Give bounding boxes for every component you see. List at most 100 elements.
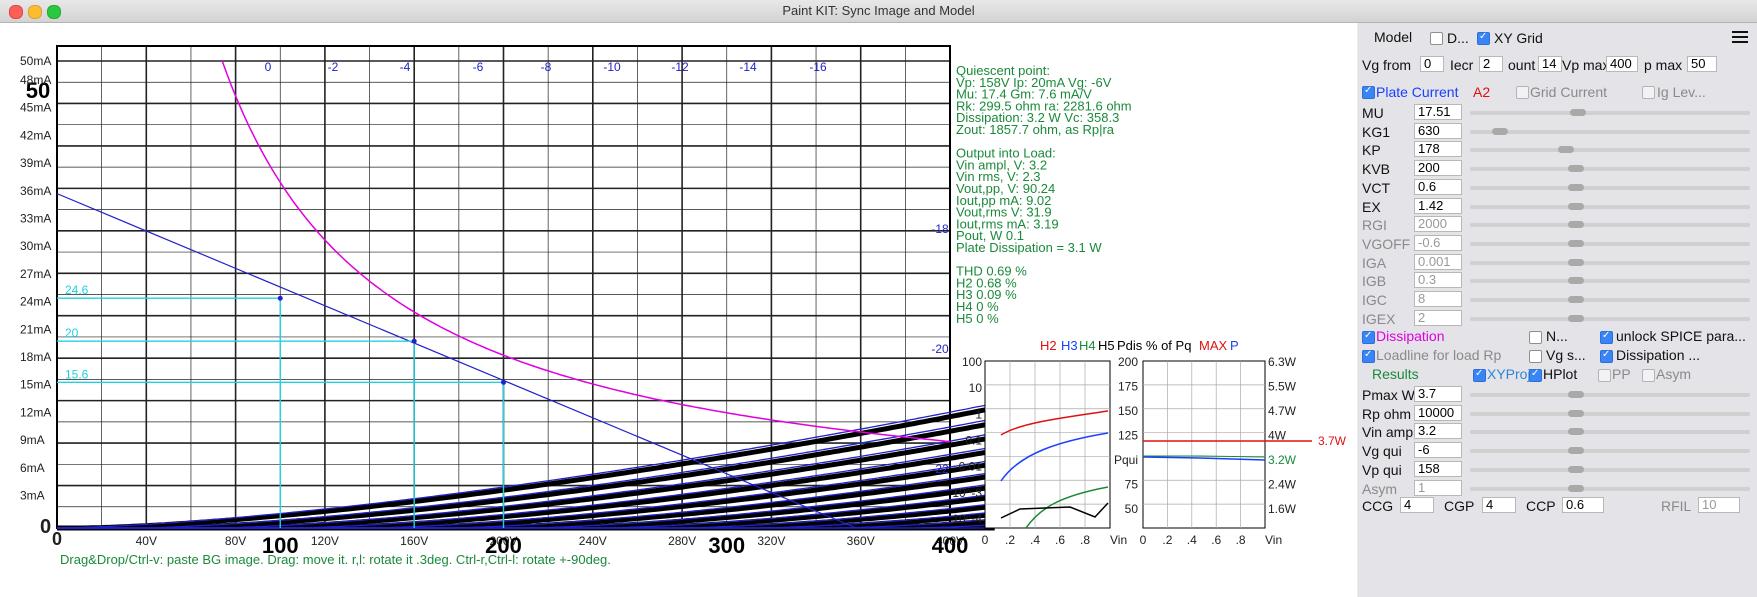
hplot-checkbox[interactable] — [1529, 368, 1542, 382]
harmonic-x-label: .8 — [1080, 533, 1090, 547]
param-slider[interactable] — [1470, 109, 1750, 116]
pdis-right-label: 4.7W — [1268, 404, 1297, 418]
param-slider[interactable] — [1470, 277, 1750, 285]
d-label: D... — [1447, 30, 1469, 46]
p-max-input[interactable] — [1687, 56, 1717, 72]
slider-thumb[interactable] — [1570, 109, 1586, 116]
slider-thumb[interactable] — [1568, 447, 1584, 455]
operating-point[interactable] — [411, 338, 417, 344]
param-slider[interactable] — [1470, 239, 1750, 247]
ccg-input[interactable] — [1400, 497, 1434, 513]
param-slider[interactable] — [1470, 127, 1750, 135]
harmonic-y-label: 0.01 — [959, 460, 983, 474]
param-slider[interactable] — [1470, 165, 1750, 173]
param-input[interactable] — [1414, 104, 1462, 120]
xyproj-checkbox[interactable] — [1473, 368, 1486, 382]
param-input[interactable] — [1414, 234, 1462, 251]
ccg-label: CCG — [1362, 498, 1394, 514]
slider-thumb[interactable] — [1492, 127, 1508, 135]
slider-thumb[interactable] — [1568, 484, 1584, 492]
param-input[interactable] — [1414, 141, 1462, 158]
plate-current-checkbox[interactable] — [1362, 85, 1375, 99]
param-slider[interactable] — [1470, 146, 1750, 154]
result-slider[interactable] — [1470, 484, 1750, 492]
param-slider[interactable] — [1470, 314, 1750, 322]
vp-max-input[interactable] — [1606, 56, 1638, 72]
slider-thumb[interactable] — [1568, 277, 1584, 285]
result-input[interactable] — [1414, 386, 1462, 402]
dissipation2-checkbox[interactable] — [1600, 349, 1613, 363]
dissipation-label: Dissipation — [1376, 328, 1445, 344]
param-label: IGC — [1362, 292, 1387, 308]
param-slider[interactable] — [1470, 183, 1750, 191]
result-label: Vg qui — [1362, 443, 1402, 460]
count-input[interactable] — [1538, 56, 1562, 72]
param-label: RGI — [1362, 217, 1387, 234]
result-slider[interactable] — [1470, 391, 1750, 398]
slider-thumb[interactable] — [1568, 183, 1584, 191]
operating-point[interactable] — [277, 295, 283, 301]
result-slider[interactable] — [1470, 409, 1750, 417]
ig-lev-checkbox[interactable] — [1642, 86, 1655, 99]
result-input[interactable] — [1414, 423, 1462, 440]
plot-canvas[interactable]: 50 0 -2 -4 -6 -8 -10 -12 -14 -16 -18 -20 -22 50mA 48mA… — [0, 23, 1357, 597]
slider-thumb[interactable] — [1568, 409, 1584, 417]
result-input[interactable] — [1414, 460, 1462, 477]
n-checkbox[interactable] — [1529, 331, 1542, 344]
slider-thumb[interactable] — [1558, 146, 1574, 154]
param-input[interactable] — [1414, 216, 1462, 233]
cgp-input[interactable] — [1482, 497, 1516, 513]
slider-thumb[interactable] — [1568, 428, 1584, 436]
ccp-input[interactable] — [1562, 497, 1604, 513]
xy-grid-checkbox[interactable] — [1477, 31, 1490, 45]
asym-checkbox[interactable] — [1642, 369, 1655, 382]
slider-thumb[interactable] — [1568, 258, 1584, 266]
d-checkbox[interactable] — [1430, 32, 1443, 45]
param-input[interactable] — [1414, 122, 1462, 139]
param-input[interactable] — [1414, 272, 1462, 289]
param-slider[interactable] — [1470, 221, 1750, 229]
dissipation-checkbox[interactable] — [1362, 330, 1375, 344]
param-slider[interactable] — [1470, 296, 1750, 303]
x-axis-label: 360V — [847, 534, 875, 548]
rfil-input[interactable] — [1698, 497, 1740, 513]
param-input[interactable] — [1414, 253, 1462, 270]
param-slider[interactable] — [1470, 202, 1750, 210]
plate-curves-plot[interactable]: 50 0 -2 -4 -6 -8 -10 -12 -14 -16 -18 -20 -22 50mA 48mA… — [0, 23, 1357, 597]
slider-thumb[interactable] — [1568, 465, 1584, 473]
slider-thumb[interactable] — [1568, 314, 1584, 322]
param-input[interactable] — [1414, 160, 1462, 177]
a2-label: A2 — [1473, 84, 1491, 100]
y-axis-label: 50mA — [20, 54, 51, 68]
result-input[interactable] — [1414, 442, 1462, 459]
param-label: KP — [1362, 142, 1381, 159]
pdis-x-label: .2 — [1162, 533, 1172, 547]
param-input[interactable] — [1414, 291, 1462, 307]
vg-s-checkbox[interactable] — [1529, 350, 1542, 363]
hamburger-menu-icon[interactable] — [1732, 30, 1748, 44]
result-input[interactable] — [1414, 404, 1462, 421]
result-input[interactable] — [1414, 479, 1462, 496]
result-slider[interactable] — [1470, 428, 1750, 436]
unlock-spice-checkbox[interactable] — [1600, 330, 1613, 344]
vg-from-input[interactable] — [1420, 56, 1444, 72]
loadline-checkbox[interactable] — [1362, 349, 1375, 363]
param-input[interactable] — [1414, 197, 1462, 214]
incr-label: Iecr — [1450, 57, 1474, 73]
param-slider[interactable] — [1470, 258, 1750, 266]
result-slider[interactable] — [1470, 465, 1750, 473]
slider-thumb[interactable] — [1568, 239, 1584, 247]
param-input[interactable] — [1414, 309, 1462, 326]
grid-current-checkbox[interactable] — [1516, 86, 1529, 99]
result-slider[interactable] — [1470, 447, 1750, 455]
pp-checkbox[interactable] — [1598, 369, 1611, 382]
slider-thumb[interactable] — [1568, 391, 1584, 398]
incr-input[interactable] — [1479, 56, 1503, 72]
operating-point[interactable] — [501, 379, 506, 385]
param-label: IGEX — [1362, 310, 1396, 327]
slider-thumb[interactable] — [1568, 296, 1584, 303]
param-input[interactable] — [1414, 178, 1462, 195]
slider-thumb[interactable] — [1568, 202, 1584, 210]
slider-thumb[interactable] — [1568, 165, 1584, 173]
slider-thumb[interactable] — [1568, 221, 1584, 229]
